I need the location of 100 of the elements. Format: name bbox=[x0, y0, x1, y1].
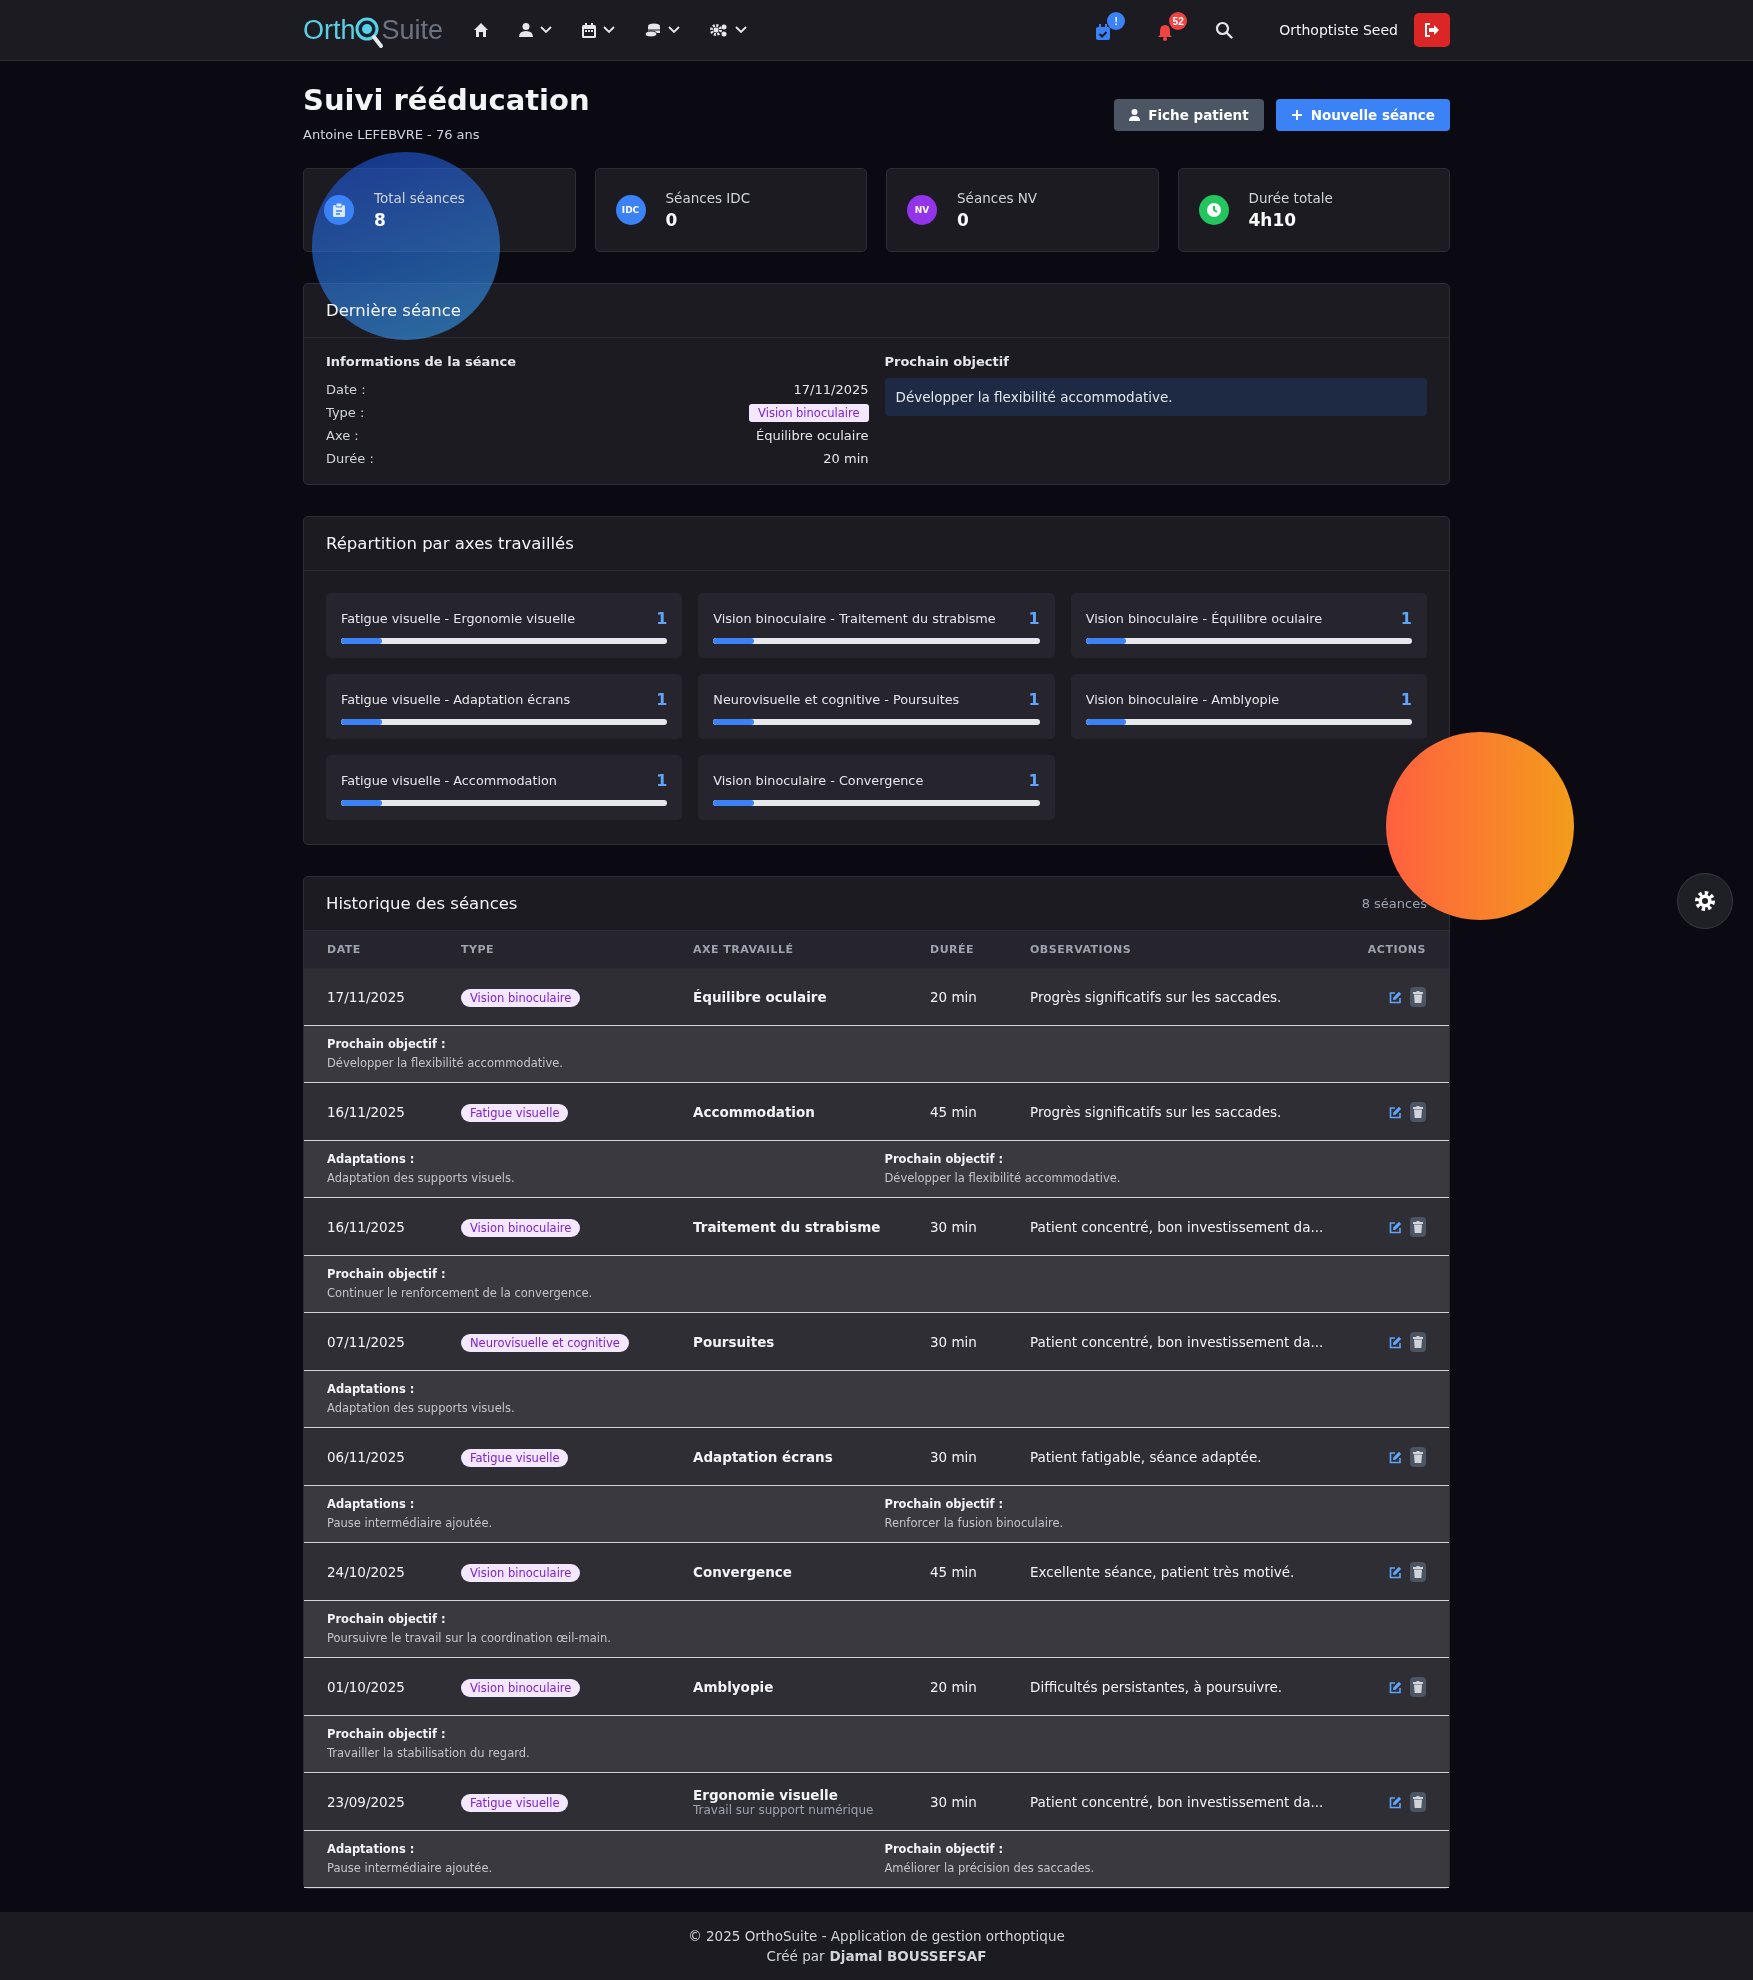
detail-text: Améliorer la précision des saccades. bbox=[884, 1861, 1096, 1875]
bell-icon bbox=[1157, 24, 1174, 41]
column-header: ACTIONS bbox=[1366, 943, 1426, 956]
detail-label: Adaptations : bbox=[327, 1842, 416, 1856]
card-title: Répartition par axes travaillés bbox=[326, 534, 574, 553]
column-header: TYPE bbox=[461, 943, 496, 956]
calendar-alert-button[interactable]: ! bbox=[1091, 12, 1126, 48]
axis-count: 1 bbox=[1400, 690, 1412, 709]
table-cell-text: Excellente séance, patient très motivé. bbox=[1030, 1564, 1296, 1580]
table-cell-text: 45 min bbox=[930, 1104, 978, 1120]
axis-label: Vision binoculaire - Équilibre oculaire bbox=[1085, 611, 1323, 626]
table-cell-text: Patient concentré, bon investissement da... bbox=[1030, 1219, 1325, 1235]
table-cell-text: Ergonomie visuelle bbox=[693, 1787, 839, 1803]
search-icon[interactable] bbox=[1215, 21, 1234, 39]
delete-button[interactable] bbox=[1410, 1447, 1426, 1467]
stat-icon: IDC bbox=[615, 195, 646, 225]
axis-label: Fatigue visuelle - Ergonomie visuelle bbox=[341, 611, 576, 626]
new-session-button[interactable]: Nouvelle séance bbox=[1275, 99, 1450, 131]
edit-icon[interactable] bbox=[1389, 1220, 1402, 1234]
user-name[interactable]: Orthoptiste Seed bbox=[1279, 22, 1398, 38]
section-title: Informations de la séance bbox=[326, 354, 518, 369]
delete-button[interactable] bbox=[1410, 987, 1426, 1007]
settings-button[interactable] bbox=[1677, 873, 1733, 929]
field-value: 17/11/2025 bbox=[793, 382, 869, 397]
calendar-icon bbox=[582, 22, 597, 38]
detail-label: Prochain objectif : bbox=[327, 1727, 447, 1741]
plus-icon bbox=[1290, 109, 1303, 121]
axis-label: Vision binoculaire - Traitement du strabisme bbox=[713, 611, 996, 626]
delete-button[interactable] bbox=[1410, 1562, 1426, 1582]
table-cell-text: 01/10/2025 bbox=[327, 1679, 406, 1695]
detail-text: Développer la flexibilité accommodative. bbox=[327, 1056, 564, 1070]
table-cell-text: Accommodation bbox=[693, 1104, 816, 1120]
trash-icon bbox=[1413, 1681, 1423, 1693]
edit-icon[interactable] bbox=[1389, 990, 1402, 1004]
detail-label: Prochain objectif : bbox=[884, 1152, 1005, 1166]
type-tag: Vision binoculaire bbox=[461, 1564, 581, 1582]
caret-icon bbox=[668, 26, 681, 34]
edit-icon[interactable] bbox=[1389, 1335, 1402, 1349]
card-title: Historique des séances bbox=[326, 894, 518, 913]
axis-count: 1 bbox=[1028, 609, 1040, 628]
trash-icon bbox=[1413, 991, 1423, 1003]
detail-label: Adaptations : bbox=[327, 1152, 416, 1166]
stat-label: Total séances bbox=[374, 190, 465, 206]
table-cell-text: 17/11/2025 bbox=[327, 989, 406, 1005]
stat-label: Séances IDC bbox=[665, 190, 751, 206]
settings-icon bbox=[1693, 889, 1717, 913]
column-header: AXE TRAVAILLÉ bbox=[693, 943, 795, 956]
type-tag: Vision binoculaire bbox=[461, 1219, 581, 1237]
page-title: Suivi rééducation bbox=[303, 83, 590, 117]
detail-label: Adaptations : bbox=[327, 1497, 416, 1511]
patient-file-button[interactable]: Fiche patient bbox=[1114, 99, 1264, 131]
column-header: DATE bbox=[327, 943, 362, 956]
delete-button[interactable] bbox=[1410, 1677, 1426, 1697]
edit-icon[interactable] bbox=[1389, 1105, 1402, 1119]
edit-icon[interactable] bbox=[1389, 1680, 1402, 1694]
logo-text: Orth bbox=[303, 14, 356, 46]
table-cell-text: 23/09/2025 bbox=[327, 1794, 406, 1810]
edit-icon[interactable] bbox=[1389, 1795, 1402, 1809]
type-tag: Vision binoculaire bbox=[749, 403, 869, 422]
field-value: Équilibre oculaire bbox=[755, 428, 869, 443]
type-tag: Fatigue visuelle bbox=[461, 1794, 569, 1812]
table-cell-text: Patient fatigable, séance adaptée. bbox=[1030, 1449, 1263, 1465]
field-label: Date : bbox=[326, 382, 366, 397]
user-icon bbox=[1129, 109, 1141, 121]
logout-button[interactable] bbox=[1414, 13, 1450, 47]
detail-label: Prochain objectif : bbox=[327, 1612, 447, 1626]
delete-button[interactable] bbox=[1410, 1332, 1426, 1352]
detail-text: Travailler la stabilisation du regard. bbox=[327, 1746, 531, 1760]
detail-label: Prochain objectif : bbox=[884, 1497, 1005, 1511]
table-cell-text: 30 min bbox=[930, 1794, 978, 1810]
clock-icon bbox=[1205, 202, 1222, 218]
field-label: Durée : bbox=[326, 451, 374, 466]
axis-label: Vision binoculaire - Amblyopie bbox=[1085, 692, 1280, 707]
table-cell-text: Convergence bbox=[693, 1564, 793, 1580]
delete-button[interactable] bbox=[1410, 1102, 1426, 1122]
table-cell-text: 06/11/2025 bbox=[327, 1449, 406, 1465]
stat-value: 0 bbox=[665, 210, 679, 230]
edit-icon[interactable] bbox=[1389, 1565, 1402, 1579]
type-tag: Fatigue visuelle bbox=[461, 1449, 569, 1467]
table-cell-text: 07/11/2025 bbox=[327, 1334, 406, 1350]
table-cell-text: 45 min bbox=[930, 1564, 978, 1580]
detail-text: Développer la flexibilité accommodative. bbox=[884, 1171, 1122, 1185]
edit-icon[interactable] bbox=[1389, 1450, 1402, 1464]
calendar-check-icon bbox=[1095, 24, 1112, 41]
coins-icon bbox=[645, 22, 662, 38]
stat-label: Durée totale bbox=[1248, 190, 1333, 206]
author-name: Djamal BOUSSEFSAF bbox=[829, 1948, 987, 1964]
table-cell-text: 24/10/2025 bbox=[327, 1564, 406, 1580]
table-cell-text: Progrès significatifs sur les saccades. bbox=[1030, 1104, 1283, 1120]
trash-icon bbox=[1413, 1796, 1423, 1808]
section-title: Prochain objectif bbox=[884, 354, 1010, 369]
table-cell-text: Adaptation écrans bbox=[693, 1449, 834, 1465]
axis-label: Fatigue visuelle - Accommodation bbox=[341, 773, 557, 788]
table-cell-text: Patient concentré, bon investissement da... bbox=[1030, 1334, 1325, 1350]
axis-count: 1 bbox=[1028, 690, 1040, 709]
delete-button[interactable] bbox=[1410, 1792, 1426, 1812]
table-cell-text: Équilibre oculaire bbox=[693, 989, 828, 1005]
notifications-button[interactable]: 52 bbox=[1153, 12, 1188, 48]
table-cell-text: 30 min bbox=[930, 1219, 978, 1235]
delete-button[interactable] bbox=[1410, 1217, 1426, 1237]
